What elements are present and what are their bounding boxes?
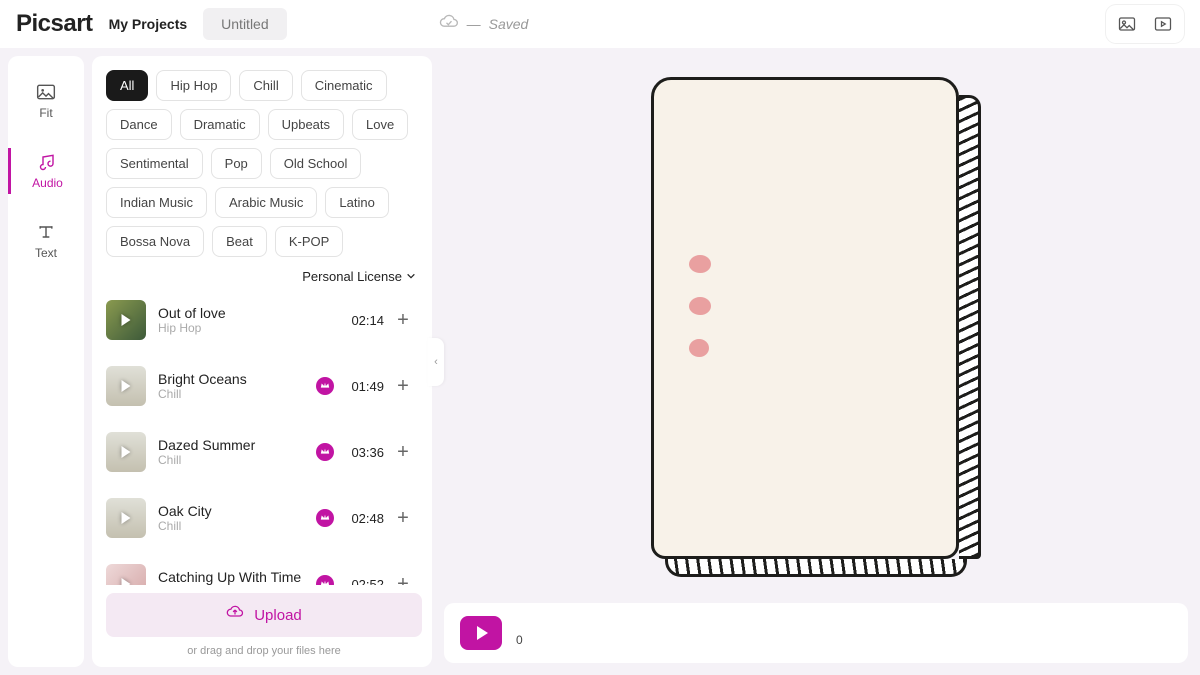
play-overlay-icon (122, 446, 131, 458)
text-icon (36, 222, 56, 242)
track-cover[interactable] (106, 300, 146, 340)
rail-audio-label: Audio (32, 176, 63, 190)
track-genre: Chill (158, 519, 304, 533)
save-dash: — (467, 16, 481, 32)
track-genre: Chill (158, 453, 304, 467)
rail-text-label: Text (35, 246, 57, 260)
view-mode-switch (1106, 5, 1184, 43)
category-chip[interactable]: Upbeats (268, 109, 344, 140)
category-chip[interactable]: Chill (239, 70, 292, 101)
track-duration: 02:14 (344, 313, 384, 328)
audio-panel: All Hip Hop Chill Cinematic Dance Dramatic Upb… (92, 56, 432, 667)
category-chip[interactable]: Latino (325, 187, 388, 218)
category-chip[interactable]: Dance (106, 109, 172, 140)
license-label: Personal License (302, 269, 402, 284)
collapse-panel-button[interactable]: ‹ (428, 338, 444, 386)
save-status: — Saved (439, 14, 529, 35)
category-chip[interactable]: Old School (270, 148, 362, 179)
category-chip[interactable]: Arabic Music (215, 187, 317, 218)
upload-icon (226, 605, 244, 625)
left-rail: Fit Audio Text (8, 56, 84, 667)
track-title: Out of love (158, 305, 332, 321)
timeline-time: 0 (516, 633, 523, 647)
track-duration: 01:49 (344, 379, 384, 394)
premium-badge-icon (316, 509, 334, 527)
category-chip[interactable]: Sentimental (106, 148, 203, 179)
category-chip[interactable]: Bossa Nova (106, 226, 204, 257)
upload-button[interactable]: Upload (106, 593, 422, 637)
track-row[interactable]: Bright OceansChill 01:49 + (106, 358, 412, 424)
add-track-button[interactable]: + (394, 573, 412, 586)
track-duration: 02:52 (344, 577, 384, 586)
play-button[interactable] (460, 616, 502, 650)
play-overlay-icon (122, 512, 131, 524)
view-image-button[interactable] (1112, 11, 1142, 37)
chevron-down-icon (406, 269, 416, 284)
category-chip[interactable]: Dramatic (180, 109, 260, 140)
track-duration: 03:36 (344, 445, 384, 460)
category-chip[interactable]: Beat (212, 226, 267, 257)
premium-badge-icon (316, 443, 334, 461)
playback-bar: 0 (444, 603, 1188, 663)
view-video-button[interactable] (1148, 11, 1178, 37)
track-title: Bright Oceans (158, 371, 304, 387)
audio-icon (38, 152, 58, 172)
dnd-hint: or drag and drop your files here (106, 645, 422, 657)
fit-icon (36, 82, 56, 102)
nav-my-projects[interactable]: My Projects (105, 10, 192, 38)
play-overlay-icon (122, 380, 131, 392)
rail-fit-label: Fit (39, 106, 52, 120)
track-meta: Oak CityChill (158, 503, 304, 533)
add-track-button[interactable]: + (394, 375, 412, 398)
premium-badge-icon (316, 377, 334, 395)
premium-badge-icon (316, 575, 334, 585)
play-overlay-icon (122, 314, 131, 326)
track-cover[interactable] (106, 498, 146, 538)
topbar: Picsart My Projects Untitled — Saved (0, 0, 1200, 48)
track-meta: Bright OceansChill (158, 371, 304, 401)
category-chip[interactable]: Hip Hop (156, 70, 231, 101)
add-track-button[interactable]: + (394, 309, 412, 332)
track-duration: 02:48 (344, 511, 384, 526)
track-meta: Catching Up With TimeCinematic (158, 569, 304, 585)
canvas[interactable] (444, 60, 1188, 593)
track-row[interactable]: Catching Up With TimeCinematic 02:52 + (106, 556, 412, 585)
rail-fit[interactable]: Fit (8, 78, 84, 124)
track-row[interactable]: Oak CityChill 02:48 + (106, 490, 412, 556)
play-overlay-icon (122, 578, 131, 585)
track-cover[interactable] (106, 432, 146, 472)
add-track-button[interactable]: + (394, 507, 412, 530)
cloud-icon (439, 14, 459, 35)
save-label: Saved (489, 16, 529, 32)
canvas-artwork[interactable] (651, 77, 981, 577)
track-cover[interactable] (106, 366, 146, 406)
category-chip[interactable]: K-POP (275, 226, 343, 257)
rail-audio[interactable]: Audio (8, 148, 84, 194)
track-title: Dazed Summer (158, 437, 304, 453)
category-chips: All Hip Hop Chill Cinematic Dance Dramatic Upb… (106, 70, 422, 257)
project-name-field[interactable]: Untitled (203, 8, 286, 40)
track-cover[interactable] (106, 564, 146, 585)
track-meta: Out of loveHip Hop (158, 305, 332, 335)
upload-label: Upload (254, 607, 302, 624)
track-meta: Dazed SummerChill (158, 437, 304, 467)
track-genre: Hip Hop (158, 321, 332, 335)
category-chip[interactable]: Love (352, 109, 408, 140)
add-track-button[interactable]: + (394, 441, 412, 464)
track-row[interactable]: Dazed SummerChill 03:36 + (106, 424, 412, 490)
category-chip[interactable]: Pop (211, 148, 262, 179)
track-row[interactable]: Out of loveHip Hop 02:14 + (106, 292, 412, 358)
play-icon (477, 626, 488, 640)
category-chip[interactable]: All (106, 70, 148, 101)
category-chip[interactable]: Cinematic (301, 70, 387, 101)
track-list[interactable]: Out of loveHip Hop02:14+Bright OceansChi… (106, 292, 422, 585)
rail-text[interactable]: Text (8, 218, 84, 264)
category-chip[interactable]: Indian Music (106, 187, 207, 218)
canvas-area: 0 (440, 56, 1192, 667)
track-title: Catching Up With Time (158, 569, 304, 585)
track-title: Oak City (158, 503, 304, 519)
license-dropdown[interactable]: Personal License (106, 269, 416, 284)
track-genre: Chill (158, 387, 304, 401)
logo: Picsart (16, 10, 93, 38)
